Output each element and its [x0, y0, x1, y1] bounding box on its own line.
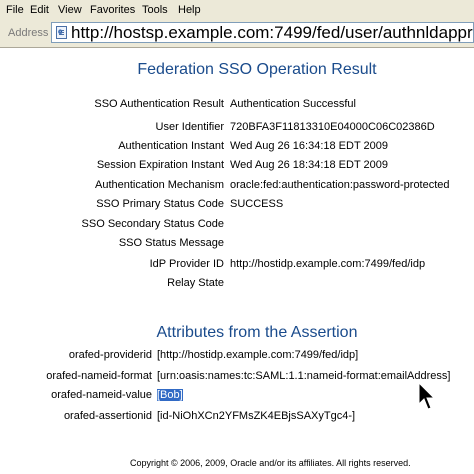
- attribute-label: orafed-nameid-format: [46, 370, 152, 382]
- row-value: 720BFA3F11813310E04000C06C02386D: [230, 121, 435, 133]
- row-value: http://hostidp.example.com:7499/fed/idp: [230, 258, 426, 270]
- attribute-value: [id-NiOhXCn2YFMsZK4EBjsSAXyTgc4-]: [157, 410, 356, 422]
- row-value: oracle:fed:authentication:password-prote…: [230, 179, 450, 191]
- attribute-label: orafed-providerid: [68, 349, 152, 361]
- menu-tools[interactable]: Tools: [142, 4, 168, 16]
- menu-edit[interactable]: Edit: [30, 4, 49, 16]
- address-label: Address: [8, 27, 49, 39]
- address-url[interactable]: http://hostsp.example.com:7499/fed/user/…: [71, 23, 473, 42]
- row-label: Authentication Instant: [118, 140, 224, 152]
- row-value: Wed Aug 26 16:34:18 EDT 2009: [230, 140, 388, 152]
- row-label: SSO Authentication Result: [94, 98, 224, 110]
- row-label: User Identifier: [155, 121, 224, 133]
- row-label: Session Expiration Instant: [96, 159, 224, 171]
- row-value: Wed Aug 26 18:34:18 EDT 2009: [230, 159, 388, 171]
- attributes-title: Attributes from the Assertion: [156, 324, 358, 341]
- menu-favorites[interactable]: Favorites: [90, 4, 135, 16]
- attribute-value: [http://hostidp.example.com:7499/fed/idp…: [157, 349, 359, 361]
- menu-help[interactable]: Help: [178, 4, 201, 16]
- menu-file[interactable]: File: [6, 4, 24, 16]
- row-label: SSO Status Message: [118, 237, 224, 249]
- attribute-value: [urn:oasis:names:tc:SAML:1.1:nameid-form…: [157, 370, 451, 382]
- sso-result-title: Federation SSO Operation Result: [137, 61, 377, 78]
- address-input[interactable]: e http://hostsp.example.com:7499/fed/use…: [51, 22, 474, 43]
- mouse-pointer-icon: [418, 382, 436, 410]
- attribute-value-selected[interactable]: [Bob]: [157, 389, 183, 401]
- attribute-label: orafed-assertionid: [63, 410, 152, 422]
- row-value: Authentication Successful: [230, 98, 356, 110]
- row-value: SUCCESS: [230, 198, 284, 210]
- row-label: SSO Secondary Status Code: [81, 218, 224, 230]
- menu-bar: File Edit View Favorites Tools Help: [0, 0, 474, 20]
- row-label: Authentication Mechanism: [94, 179, 224, 191]
- address-bar: Address e http://hostsp.example.com:7499…: [0, 20, 474, 48]
- attribute-label: orafed-nameid-value: [51, 389, 152, 401]
- page-icon: e: [56, 26, 67, 39]
- row-label: IdP Provider ID: [149, 258, 224, 270]
- menu-view[interactable]: View: [58, 4, 82, 16]
- row-label: Relay State: [167, 277, 224, 289]
- copyright-footer: Copyright © 2006, 2009, Oracle and/or it…: [130, 458, 411, 468]
- row-label: SSO Primary Status Code: [96, 198, 224, 210]
